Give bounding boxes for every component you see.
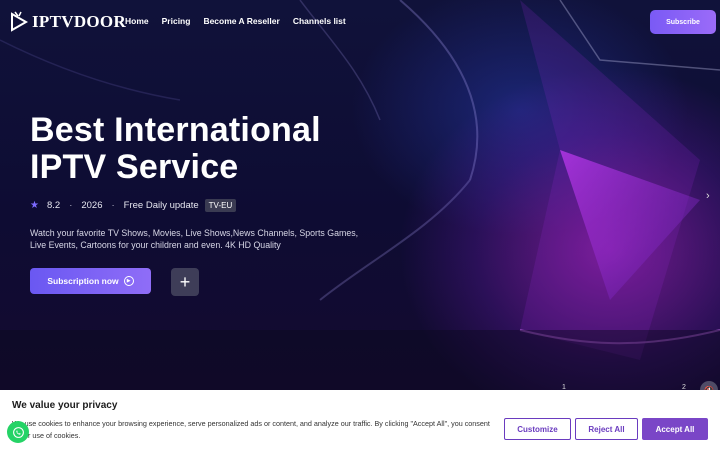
whatsapp-icon[interactable]: [7, 421, 29, 443]
main-nav: Home Pricing Become A Reseller Channels …: [125, 16, 359, 26]
accept-all-button[interactable]: Accept All: [642, 418, 708, 440]
cookie-text: We use cookies to enhance your browsing …: [12, 419, 490, 440]
hero-background-art: [0, 0, 720, 390]
play-circle-icon: ▶: [123, 276, 134, 286]
chevron-right-icon[interactable]: ›: [706, 190, 710, 202]
hero-title: Best International IPTV Service: [30, 111, 321, 186]
nav-become-reseller[interactable]: Become A Reseller: [203, 16, 279, 26]
logo-text: IPTVDOOR: [32, 12, 127, 31]
cta-label: Subscription now: [47, 276, 119, 286]
nav-home[interactable]: Home: [125, 16, 149, 26]
hero-meta: ★ 8.2 · 2026 · Free Daily update TV-EU: [30, 199, 237, 212]
region-badge: TV-EU: [204, 199, 237, 212]
hero-description: Watch your favorite TV Shows, Movies, Li…: [30, 228, 359, 250]
year-value: 2026: [81, 200, 103, 211]
subscribe-button[interactable]: Subscribe: [650, 10, 716, 34]
cookie-title: We value your privacy: [12, 400, 118, 411]
logo-play-icon: [11, 11, 29, 32]
customize-button[interactable]: Customize: [504, 418, 571, 440]
add-button[interactable]: +: [171, 268, 199, 296]
reject-all-button[interactable]: Reject All: [575, 418, 638, 440]
nav-pricing[interactable]: Pricing: [162, 16, 191, 26]
hero-banner: IPTVDOOR Home Pricing Become A Reseller …: [0, 0, 720, 390]
nav-channels-list[interactable]: Channels list: [293, 16, 346, 26]
cookie-banner: We value your privacy We use cookies to …: [0, 390, 720, 450]
rating-value: 8.2: [46, 200, 61, 211]
star-icon: ★: [30, 200, 39, 211]
update-text: Free Daily update: [123, 200, 199, 211]
site-logo[interactable]: IPTVDOOR: [8, 10, 126, 34]
subscription-now-button[interactable]: Subscription now ▶: [30, 268, 151, 294]
